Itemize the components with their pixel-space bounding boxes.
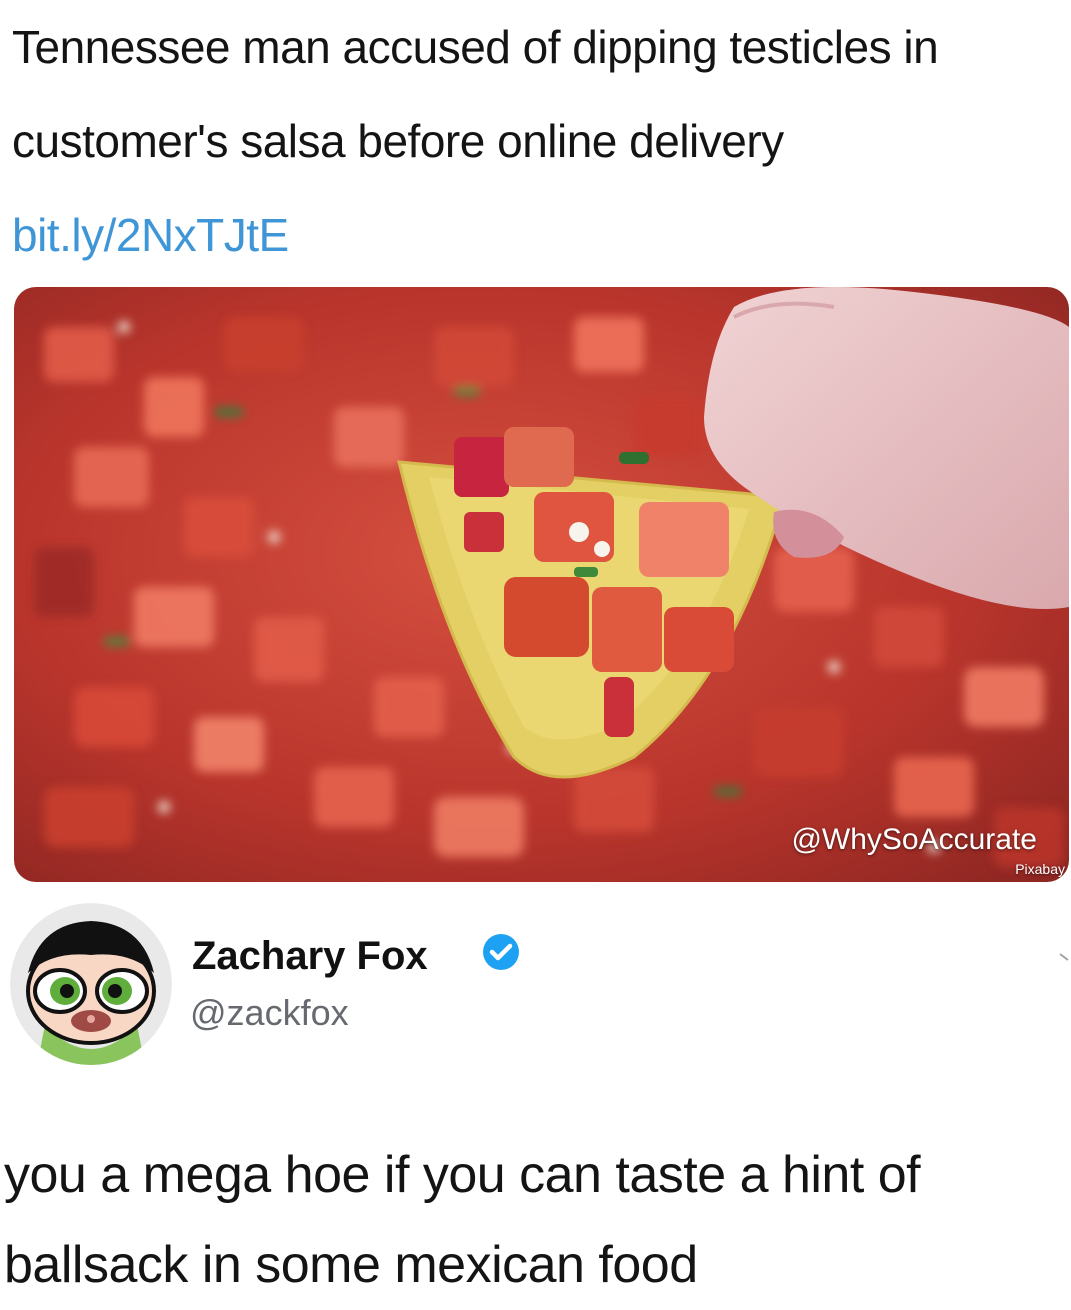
buttercup-avatar-icon [10, 903, 172, 1065]
photo-credit: Pixabay [1015, 861, 1065, 877]
author-handle[interactable]: @zackfox [190, 992, 349, 1034]
author-name[interactable]: Zachary Fox [192, 934, 428, 979]
tweet-headline: Tennessee man accused of dipping testicl… [12, 0, 1062, 282]
article-image[interactable]: @WhySoAccurate Pixabay [14, 287, 1069, 882]
article-link[interactable]: bit.ly/2NxTJtE [12, 209, 289, 261]
headline-text: Tennessee man accused of dipping testicl… [12, 21, 939, 167]
chevron-down-icon[interactable] [1058, 950, 1071, 968]
verified-badge-icon [483, 934, 519, 970]
reply-text: you a mega hoe if you can taste a hint o… [4, 1146, 921, 1294]
salsa-chip-photo [14, 287, 1069, 882]
watermark-handle: @WhySoAccurate [791, 823, 1037, 856]
avatar[interactable] [10, 903, 172, 1065]
